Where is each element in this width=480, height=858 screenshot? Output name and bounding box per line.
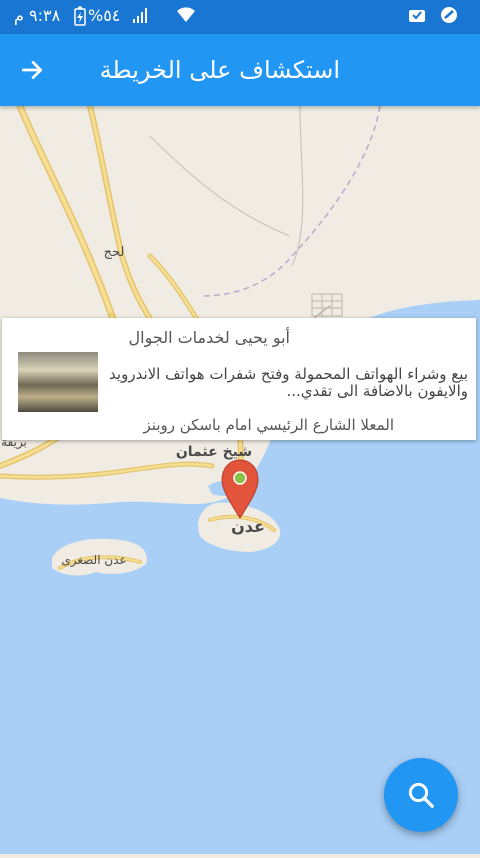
place-title: أبو يحيى لخدمات الجوال (128, 328, 290, 347)
map-label-lahj: لحج (104, 245, 125, 260)
notification-icon (408, 6, 426, 29)
status-bar: ٩:٣٨ م %٥٤ (0, 0, 480, 34)
signal-icon (132, 6, 150, 29)
search-icon (408, 782, 434, 808)
search-button[interactable] (384, 758, 458, 832)
map-label-aden: عدن (231, 517, 265, 536)
page-title: استكشاف على الخريطة (99, 56, 340, 84)
place-thumbnail[interactable] (18, 352, 98, 412)
arrow-icon (21, 61, 43, 79)
place-address: المعلا الشارع الرئيسي امام باسكن روبنز (143, 416, 394, 434)
back-button[interactable] (10, 48, 54, 92)
map-view[interactable]: لحج شيخ عثمان بريقة عدن عدن الصغرى (0, 102, 480, 854)
app-bar: استكشاف على الخريطة (0, 34, 480, 106)
wifi-icon (176, 6, 196, 29)
map-label-little-aden: عدن الصغرى (61, 553, 126, 568)
battery-level: %٥٤ (88, 6, 121, 25)
place-description: بيع وشراء الهواتف المحمولة وفتح شفرات هو… (109, 365, 468, 400)
map-label-sheikh-othman: شيخ عثمان (176, 444, 252, 460)
battery-charging-icon (74, 6, 86, 31)
app-icon (440, 6, 458, 29)
status-time: ٩:٣٨ م (14, 6, 61, 25)
place-info-card[interactable]: أبو يحيى لخدمات الجوال بيع وشراء الهواتف… (2, 318, 476, 440)
map-canvas[interactable]: لحج شيخ عثمان بريقة عدن عدن الصغرى (0, 102, 480, 854)
